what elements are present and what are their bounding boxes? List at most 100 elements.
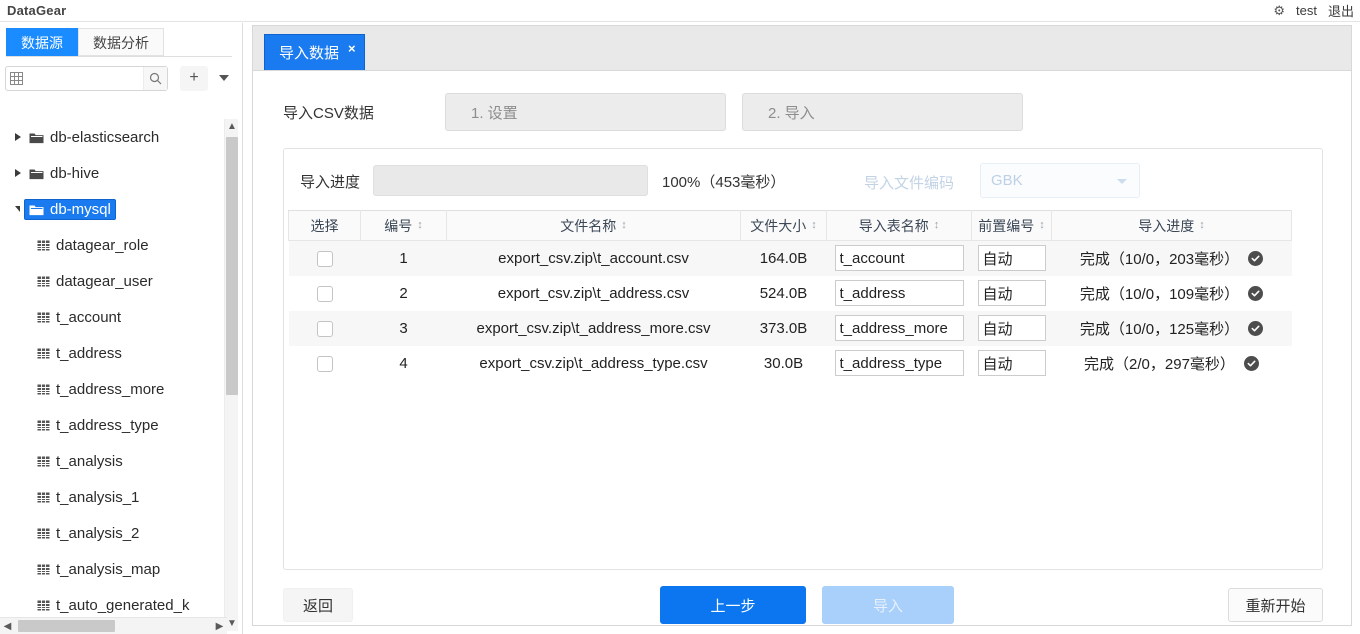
encoding-select[interactable]: GBK	[980, 163, 1140, 198]
row-preindex-cell[interactable]	[972, 276, 1052, 311]
tree-hscroll-thumb[interactable]	[18, 620, 115, 632]
scroll-up-icon[interactable]: ▲	[225, 119, 239, 134]
table-name-input[interactable]	[835, 315, 964, 341]
table-row[interactable]: 4export_csv.zip\t_address_type.csv30.0B完…	[289, 346, 1292, 381]
column-header-3[interactable]: 文件大小↕	[741, 211, 827, 241]
import-button[interactable]: 导入	[822, 586, 954, 624]
tree-node-t_analysis_2[interactable]: t_analysis_2	[0, 515, 229, 551]
pre-index-input[interactable]	[978, 315, 1046, 341]
tree-node-t_analysis_map[interactable]: t_analysis_map	[0, 551, 229, 587]
tab-analysis[interactable]: 数据分析	[78, 28, 164, 56]
row-tablename-cell[interactable]	[827, 241, 972, 276]
tree-node-label-wrap[interactable]: db-mysql	[24, 199, 116, 220]
tree-node-t_address[interactable]: t_address	[0, 335, 229, 371]
row-tablename-cell[interactable]	[827, 311, 972, 346]
table-row[interactable]: 3export_csv.zip\t_address_more.csv373.0B…	[289, 311, 1292, 346]
scroll-right-icon[interactable]: ▶	[212, 618, 227, 634]
tree-toggle[interactable]	[11, 133, 24, 141]
row-checkbox-cell[interactable]	[289, 311, 361, 346]
column-header-6[interactable]: 导入进度↕	[1052, 211, 1292, 241]
row-checkbox[interactable]	[317, 321, 333, 337]
row-tablename-cell[interactable]	[827, 276, 972, 311]
row-checkbox[interactable]	[317, 286, 333, 302]
tree-node-label-wrap[interactable]: t_auto_generated_k	[32, 595, 194, 616]
tree-toggle[interactable]	[11, 169, 24, 177]
table-row[interactable]: 1export_csv.zip\t_account.csv164.0B完成（10…	[289, 241, 1292, 276]
tree-node-label-wrap[interactable]: datagear_user	[32, 271, 158, 292]
tree-node-t_account[interactable]: t_account	[0, 299, 229, 335]
tree-node-t_analysis[interactable]: t_analysis	[0, 443, 229, 479]
column-header-1[interactable]: 编号↕	[361, 211, 447, 241]
tree-node-label-wrap[interactable]: t_analysis_2	[32, 523, 144, 544]
tree-node-datagear_user[interactable]: datagear_user	[0, 263, 229, 299]
tree-node-label-wrap[interactable]: t_address_more	[32, 379, 169, 400]
table-name-input[interactable]	[835, 245, 964, 271]
username-label[interactable]: test	[1296, 3, 1317, 18]
tree-node-label-wrap[interactable]: t_analysis_map	[32, 559, 165, 580]
document-tab-strip: 导入数据 ×	[253, 26, 1351, 71]
sort-icon[interactable]: ↕	[1199, 220, 1205, 231]
column-header-5[interactable]: 前置编号↕	[972, 211, 1052, 241]
scroll-down-icon[interactable]: ▼	[225, 616, 239, 631]
row-preindex-cell[interactable]	[972, 241, 1052, 276]
row-tablename-cell[interactable]	[827, 346, 972, 381]
logout-link[interactable]: 退出	[1328, 1, 1354, 20]
column-header-4[interactable]: 导入表名称↕	[827, 211, 972, 241]
search-box[interactable]	[5, 66, 168, 91]
back-button[interactable]: 返回	[283, 588, 353, 622]
tree-node-db-mysql[interactable]: db-mysql	[0, 191, 229, 227]
row-preindex-cell[interactable]	[972, 346, 1052, 381]
gear-icon[interactable]: ⚙	[1273, 2, 1285, 20]
column-header-2[interactable]: 文件名称↕	[447, 211, 741, 241]
table-header-row: 选择编号↕文件名称↕文件大小↕导入表名称↕前置编号↕导入进度↕	[289, 211, 1292, 241]
tree-node-label-wrap[interactable]: t_analysis_1	[32, 487, 144, 508]
row-checkbox-cell[interactable]	[289, 241, 361, 276]
row-checkbox[interactable]	[317, 356, 333, 372]
pre-index-input[interactable]	[978, 350, 1046, 376]
tree-node-label-wrap[interactable]: datagear_role	[32, 235, 154, 256]
tree-node-t_address_type[interactable]: t_address_type	[0, 407, 229, 443]
row-preindex-cell[interactable]	[972, 311, 1052, 346]
tree-toggle[interactable]	[11, 206, 24, 212]
table-row[interactable]: 2export_csv.zip\t_address.csv524.0B完成（10…	[289, 276, 1292, 311]
search-input[interactable]	[23, 67, 143, 90]
tree-node-label-wrap[interactable]: db-elasticsearch	[24, 127, 164, 148]
table-name-input[interactable]	[835, 350, 964, 376]
previous-step-button[interactable]: 上一步	[660, 586, 806, 624]
row-checkbox-cell[interactable]	[289, 346, 361, 381]
tree-node-datagear_role[interactable]: datagear_role	[0, 227, 229, 263]
tree-node-t_address_more[interactable]: t_address_more	[0, 371, 229, 407]
search-button[interactable]	[143, 67, 167, 90]
scroll-left-icon[interactable]: ◀	[0, 618, 15, 634]
row-checkbox-cell[interactable]	[289, 276, 361, 311]
sort-icon[interactable]: ↕	[811, 220, 817, 231]
tree-node-db-elasticsearch[interactable]: db-elasticsearch	[0, 119, 229, 155]
sort-icon[interactable]: ↕	[934, 220, 940, 231]
tree-horizontal-scrollbar[interactable]: ◀ ▶	[0, 617, 227, 634]
sort-icon[interactable]: ↕	[1039, 220, 1045, 231]
sort-icon[interactable]: ↕	[417, 220, 423, 231]
tree-node-label-wrap[interactable]: db-hive	[24, 163, 104, 184]
restart-button[interactable]: 重新开始	[1228, 588, 1323, 622]
more-menu-button[interactable]	[215, 66, 233, 91]
pre-index-input[interactable]	[978, 280, 1046, 306]
tree-node-t_analysis_1[interactable]: t_analysis_1	[0, 479, 229, 515]
tab-datasource[interactable]: 数据源	[6, 28, 78, 56]
tree-node-label-wrap[interactable]: t_address_type	[32, 415, 164, 436]
tree-node-db-hive[interactable]: db-hive	[0, 155, 229, 191]
tree-node-label-wrap[interactable]: t_address	[32, 343, 127, 364]
tree-node-label-wrap[interactable]: t_analysis	[32, 451, 128, 472]
tree-scroll-thumb[interactable]	[226, 137, 238, 395]
step-settings[interactable]: 1. 设置	[445, 93, 726, 131]
check-circle-icon	[1248, 321, 1263, 336]
sort-icon[interactable]: ↕	[621, 220, 627, 231]
tab-import-data[interactable]: 导入数据 ×	[264, 34, 365, 70]
add-datasource-button[interactable]: +	[180, 66, 208, 91]
table-name-input[interactable]	[835, 280, 964, 306]
tree-node-label-wrap[interactable]: t_account	[32, 307, 126, 328]
pre-index-input[interactable]	[978, 245, 1046, 271]
tree-vertical-scrollbar[interactable]: ▲ ▼	[224, 119, 238, 631]
step-import[interactable]: 2. 导入	[742, 93, 1023, 131]
row-checkbox[interactable]	[317, 251, 333, 267]
close-icon[interactable]: ×	[348, 44, 356, 54]
